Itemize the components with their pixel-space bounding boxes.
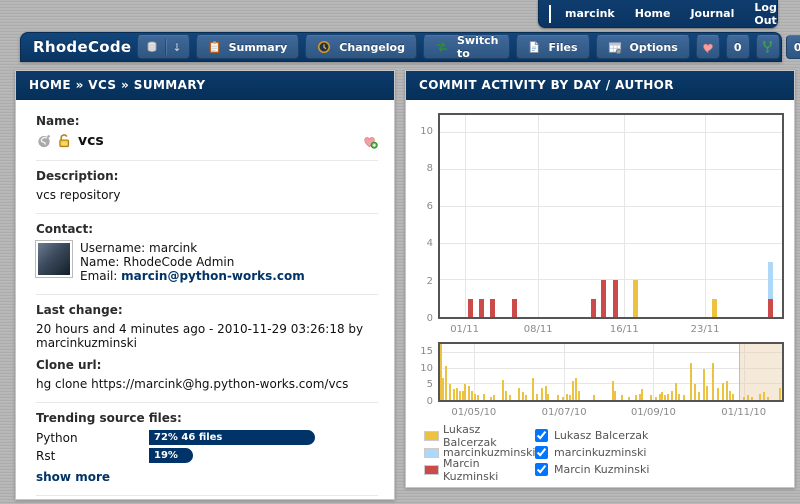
divider bbox=[165, 39, 166, 55]
heart-icon bbox=[701, 41, 715, 54]
divider bbox=[36, 294, 378, 295]
trend-lang-label: Python bbox=[36, 431, 149, 445]
nav-files-label: Files bbox=[548, 41, 577, 54]
legend-checkbox[interactable] bbox=[535, 446, 548, 459]
user-avatar bbox=[549, 5, 551, 23]
last-change-label: Last change: bbox=[36, 303, 378, 317]
user-bar: marcink Home Journal Log Out bbox=[538, 0, 778, 28]
divider bbox=[36, 402, 378, 403]
overview-plot-area[interactable] bbox=[438, 342, 784, 402]
repo-name: vcs bbox=[78, 133, 104, 149]
nav-summary-button[interactable]: Summary bbox=[196, 35, 300, 59]
trend-bar: 19% bbox=[149, 448, 193, 463]
forks-button[interactable] bbox=[756, 35, 780, 59]
legend-row: Marcin Kuzminski Marcin Kuzminski bbox=[424, 461, 794, 478]
commit-activity-chart: 0246810 01/1108/1116/1123/11 bbox=[416, 113, 786, 337]
commit-activity-overview-chart: 051015 01/05/1001/07/1001/09/1001/11/10 bbox=[416, 342, 786, 420]
x-axis: 01/05/1001/07/1001/09/1001/11/10 bbox=[440, 404, 782, 420]
commit-activity-panel: COMMIT ACTIVITY BY DAY / AUTHOR 0246810 … bbox=[405, 70, 795, 488]
legend-row: Lukasz Balcerzak Lukasz Balcerzak bbox=[424, 427, 794, 444]
breadcrumb-repo-link[interactable]: VCS bbox=[88, 78, 116, 92]
legend-swatch bbox=[424, 465, 439, 475]
journal-link[interactable]: Journal bbox=[680, 7, 744, 20]
switch-icon bbox=[435, 41, 449, 53]
last-change-value: 20 hours and 4 minutes ago - 2010-11-29 … bbox=[36, 322, 378, 350]
y-axis: 0246810 bbox=[416, 113, 436, 319]
contact-avatar bbox=[36, 241, 72, 277]
x-axis: 01/1108/1116/1123/11 bbox=[440, 321, 782, 337]
breadcrumb-home-link[interactable]: HOME bbox=[29, 78, 71, 92]
divider bbox=[36, 160, 378, 161]
legend-swatch bbox=[424, 448, 439, 458]
trend-row-python: Python 72% 46 files bbox=[36, 430, 378, 445]
unlock-icon bbox=[56, 133, 72, 149]
nav-changelog-button[interactable]: Changelog bbox=[305, 35, 417, 59]
breadcrumb-current: SUMMARY bbox=[134, 78, 206, 92]
legend-checkbox-label: Lukasz Balcerzak bbox=[554, 429, 648, 442]
show-more-link[interactable]: show more bbox=[36, 470, 110, 484]
forks-count[interactable]: 0 bbox=[786, 35, 800, 59]
contact-username: Username: marcink bbox=[80, 241, 305, 255]
trend-lang-label: Rst bbox=[36, 449, 149, 463]
trending-label: Trending source files: bbox=[36, 411, 378, 425]
y-axis: 051015 bbox=[416, 342, 436, 402]
nav-options-button[interactable]: Options bbox=[596, 35, 690, 59]
clone-url-value[interactable]: hg clone https://marcink@hg.python-works… bbox=[36, 377, 378, 391]
contact-label: Contact: bbox=[36, 222, 378, 236]
name-label: Name: bbox=[36, 114, 378, 128]
repo-switcher-button[interactable]: ↓ bbox=[137, 35, 189, 59]
file-icon bbox=[528, 40, 540, 54]
legend-checkbox-label: Marcin Kuzminski bbox=[554, 463, 649, 476]
nav-files-button[interactable]: Files bbox=[516, 35, 589, 59]
nav-summary-label: Summary bbox=[229, 41, 288, 54]
legend-label: Marcin Kuzminski bbox=[443, 457, 535, 483]
nav-changelog-label: Changelog bbox=[339, 41, 405, 54]
home-link[interactable]: Home bbox=[625, 7, 681, 20]
legend-swatch bbox=[424, 431, 439, 441]
nav-options-label: Options bbox=[630, 41, 678, 54]
mercurial-icon bbox=[36, 133, 52, 149]
app-brand: RhodeCode bbox=[33, 38, 131, 56]
breadcrumb: HOME » VCS » SUMMARY bbox=[16, 71, 394, 100]
options-icon bbox=[608, 41, 622, 54]
arrow-down-icon: ↓ bbox=[172, 41, 181, 54]
legend-label: Lukasz Balcerzak bbox=[443, 423, 535, 449]
clock-icon bbox=[317, 40, 331, 54]
trend-row-rst: Rst 19% bbox=[36, 448, 378, 463]
summary-panel: HOME » VCS » SUMMARY Name: vcs Descripti… bbox=[15, 70, 395, 500]
fork-icon bbox=[761, 40, 774, 54]
nav-switch-to-button[interactable]: Switch to bbox=[423, 35, 510, 59]
contact-name: Name: RhodeCode Admin bbox=[80, 255, 305, 269]
followers-button[interactable] bbox=[696, 35, 720, 59]
chart-legend: Lukasz Balcerzak Lukasz Balcerzak marcin… bbox=[424, 427, 794, 478]
trend-bar: 72% 46 files bbox=[149, 430, 315, 445]
follow-heart-add-icon[interactable] bbox=[362, 134, 378, 149]
chart-plot-area[interactable] bbox=[438, 113, 784, 319]
divider bbox=[36, 213, 378, 214]
nav-switch-to-label: Switch to bbox=[457, 34, 498, 60]
logout-link[interactable]: Log Out bbox=[744, 1, 786, 27]
commit-activity-title: COMMIT ACTIVITY BY DAY / AUTHOR bbox=[406, 71, 794, 100]
description-value: vcs repository bbox=[36, 188, 378, 202]
description-label: Description: bbox=[36, 169, 378, 183]
clone-url-label: Clone url: bbox=[36, 358, 378, 372]
breadcrumb-separator: » bbox=[76, 78, 84, 92]
legend-checkbox-label: marcinkuzminski bbox=[554, 446, 647, 459]
database-icon bbox=[145, 40, 159, 54]
contact-email-link[interactable]: marcin@python-works.com bbox=[121, 269, 305, 283]
followers-count[interactable]: 0 bbox=[726, 35, 750, 59]
user-menu-link[interactable]: marcink bbox=[555, 7, 625, 20]
clipboard-icon bbox=[208, 40, 221, 54]
breadcrumb-separator: » bbox=[121, 78, 129, 92]
legend-checkbox[interactable] bbox=[535, 463, 548, 476]
main-navbar: RhodeCode ↓ Summary Changelog Switch to … bbox=[20, 32, 782, 62]
contact-email: Email: marcin@python-works.com bbox=[80, 269, 305, 283]
divider bbox=[36, 495, 378, 496]
legend-checkbox[interactable] bbox=[535, 429, 548, 442]
